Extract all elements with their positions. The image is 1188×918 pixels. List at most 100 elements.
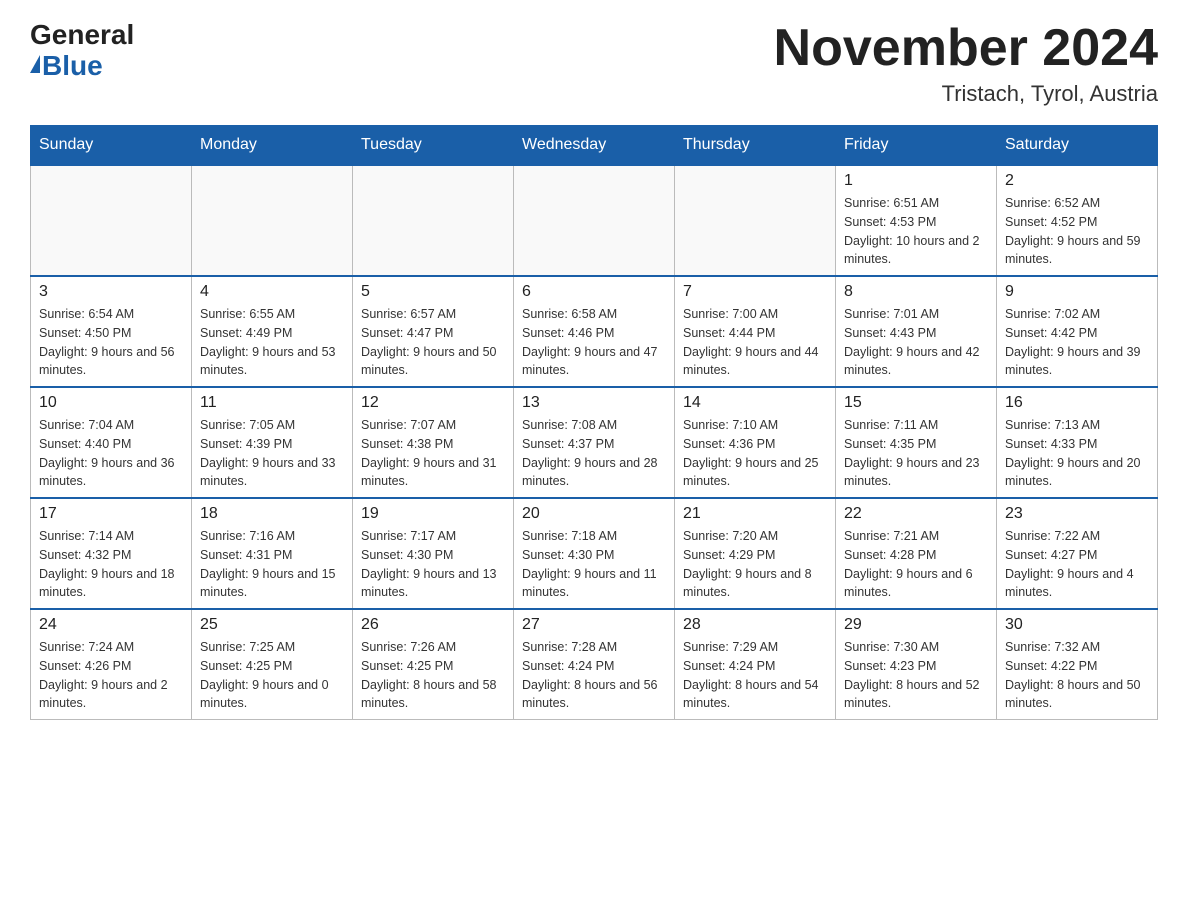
calendar-cell: 19 Sunrise: 7:17 AM Sunset: 4:30 PM Dayli… (353, 498, 514, 609)
day-info: Sunrise: 7:25 AM Sunset: 4:25 PM Dayligh… (200, 638, 344, 713)
day-number: 17 (39, 505, 183, 523)
page-header: General Blue November 2024 Tristach, Tyr… (30, 20, 1158, 107)
day-header-thursday: Thursday (675, 126, 836, 166)
calendar-cell (514, 165, 675, 276)
logo-triangle-icon (30, 55, 40, 73)
calendar-cell: 25 Sunrise: 7:25 AM Sunset: 4:25 PM Dayli… (192, 609, 353, 720)
day-number: 15 (844, 394, 988, 412)
calendar-cell: 7 Sunrise: 7:00 AM Sunset: 4:44 PM Daylig… (675, 276, 836, 387)
day-number: 1 (844, 172, 988, 190)
location-text: Tristach, Tyrol, Austria (774, 81, 1158, 107)
day-header-saturday: Saturday (997, 126, 1158, 166)
calendar-cell (31, 165, 192, 276)
day-info: Sunrise: 7:21 AM Sunset: 4:28 PM Dayligh… (844, 527, 988, 602)
week-row-5: 24Sunrise: 7:24 AM Sunset: 4:26 PM Dayli… (31, 609, 1158, 720)
day-header-monday: Monday (192, 126, 353, 166)
calendar-cell: 4 Sunrise: 6:55 AM Sunset: 4:49 PM Daylig… (192, 276, 353, 387)
day-number: 8 (844, 283, 988, 301)
day-info: Sunrise: 7:29 AM Sunset: 4:24 PM Dayligh… (683, 638, 827, 713)
day-info: Sunrise: 7:08 AM Sunset: 4:37 PM Dayligh… (522, 416, 666, 491)
day-number: 30 (1005, 616, 1149, 634)
day-info: Sunrise: 7:00 AM Sunset: 4:44 PM Dayligh… (683, 305, 827, 380)
day-number: 22 (844, 505, 988, 523)
title-block: November 2024 Tristach, Tyrol, Austria (774, 20, 1158, 107)
day-header-sunday: Sunday (31, 126, 192, 166)
day-header-friday: Friday (836, 126, 997, 166)
day-number: 13 (522, 394, 666, 412)
calendar-cell: 18 Sunrise: 7:16 AM Sunset: 4:31 PM Dayli… (192, 498, 353, 609)
day-number: 29 (844, 616, 988, 634)
calendar-cell: 24Sunrise: 7:24 AM Sunset: 4:26 PM Dayli… (31, 609, 192, 720)
day-number: 14 (683, 394, 827, 412)
day-number: 18 (200, 505, 344, 523)
day-info: Sunrise: 7:11 AM Sunset: 4:35 PM Dayligh… (844, 416, 988, 491)
day-number: 7 (683, 283, 827, 301)
calendar-table: SundayMondayTuesdayWednesdayThursdayFrid… (30, 125, 1158, 720)
day-number: 3 (39, 283, 183, 301)
calendar-cell: 1Sunrise: 6:51 AM Sunset: 4:53 PM Daylig… (836, 165, 997, 276)
day-info: Sunrise: 6:55 AM Sunset: 4:49 PM Dayligh… (200, 305, 344, 380)
day-info: Sunrise: 7:17 AM Sunset: 4:30 PM Dayligh… (361, 527, 505, 602)
day-number: 19 (361, 505, 505, 523)
calendar-cell: 9 Sunrise: 7:02 AM Sunset: 4:42 PM Daylig… (997, 276, 1158, 387)
day-number: 12 (361, 394, 505, 412)
calendar-cell: 10 Sunrise: 7:04 AM Sunset: 4:40 PM Dayli… (31, 387, 192, 498)
day-info: Sunrise: 6:52 AM Sunset: 4:52 PM Dayligh… (1005, 194, 1149, 269)
week-row-4: 17 Sunrise: 7:14 AM Sunset: 4:32 PM Dayli… (31, 498, 1158, 609)
calendar-cell (675, 165, 836, 276)
day-info: Sunrise: 7:01 AM Sunset: 4:43 PM Dayligh… (844, 305, 988, 380)
calendar-cell: 13 Sunrise: 7:08 AM Sunset: 4:37 PM Dayli… (514, 387, 675, 498)
calendar-cell: 26Sunrise: 7:26 AM Sunset: 4:25 PM Dayli… (353, 609, 514, 720)
day-info: Sunrise: 7:14 AM Sunset: 4:32 PM Dayligh… (39, 527, 183, 602)
day-info: Sunrise: 7:30 AM Sunset: 4:23 PM Dayligh… (844, 638, 988, 713)
calendar-cell: 6 Sunrise: 6:58 AM Sunset: 4:46 PM Daylig… (514, 276, 675, 387)
calendar-cell: 16Sunrise: 7:13 AM Sunset: 4:33 PM Dayli… (997, 387, 1158, 498)
day-info: Sunrise: 7:24 AM Sunset: 4:26 PM Dayligh… (39, 638, 183, 713)
day-header-tuesday: Tuesday (353, 126, 514, 166)
day-number: 20 (522, 505, 666, 523)
day-number: 6 (522, 283, 666, 301)
calendar-cell: 14 Sunrise: 7:10 AM Sunset: 4:36 PM Dayli… (675, 387, 836, 498)
calendar-cell: 3 Sunrise: 6:54 AM Sunset: 4:50 PM Daylig… (31, 276, 192, 387)
calendar-cell: 28 Sunrise: 7:29 AM Sunset: 4:24 PM Dayli… (675, 609, 836, 720)
day-number: 9 (1005, 283, 1149, 301)
day-number: 26 (361, 616, 505, 634)
calendar-cell: 2Sunrise: 6:52 AM Sunset: 4:52 PM Daylig… (997, 165, 1158, 276)
day-info: Sunrise: 7:16 AM Sunset: 4:31 PM Dayligh… (200, 527, 344, 602)
day-number: 10 (39, 394, 183, 412)
day-number: 28 (683, 616, 827, 634)
calendar-cell: 11Sunrise: 7:05 AM Sunset: 4:39 PM Dayli… (192, 387, 353, 498)
logo-general-text: General (30, 20, 134, 51)
calendar-cell: 30 Sunrise: 7:32 AM Sunset: 4:22 PM Dayli… (997, 609, 1158, 720)
day-number: 25 (200, 616, 344, 634)
day-info: Sunrise: 7:04 AM Sunset: 4:40 PM Dayligh… (39, 416, 183, 491)
month-title: November 2024 (774, 20, 1158, 77)
calendar-cell: 20Sunrise: 7:18 AM Sunset: 4:30 PM Dayli… (514, 498, 675, 609)
calendar-cell: 12 Sunrise: 7:07 AM Sunset: 4:38 PM Dayli… (353, 387, 514, 498)
calendar-cell (353, 165, 514, 276)
logo-blue-text: Blue (30, 51, 103, 82)
day-info: Sunrise: 6:54 AM Sunset: 4:50 PM Dayligh… (39, 305, 183, 380)
calendar-cell: 21Sunrise: 7:20 AM Sunset: 4:29 PM Dayli… (675, 498, 836, 609)
day-number: 21 (683, 505, 827, 523)
calendar-cell: 22 Sunrise: 7:21 AM Sunset: 4:28 PM Dayli… (836, 498, 997, 609)
day-number: 4 (200, 283, 344, 301)
calendar-cell: 23 Sunrise: 7:22 AM Sunset: 4:27 PM Dayli… (997, 498, 1158, 609)
day-info: Sunrise: 7:07 AM Sunset: 4:38 PM Dayligh… (361, 416, 505, 491)
day-number: 23 (1005, 505, 1149, 523)
day-info: Sunrise: 7:22 AM Sunset: 4:27 PM Dayligh… (1005, 527, 1149, 602)
calendar-cell: 8 Sunrise: 7:01 AM Sunset: 4:43 PM Daylig… (836, 276, 997, 387)
day-header-wednesday: Wednesday (514, 126, 675, 166)
day-info: Sunrise: 6:58 AM Sunset: 4:46 PM Dayligh… (522, 305, 666, 380)
day-info: Sunrise: 7:28 AM Sunset: 4:24 PM Dayligh… (522, 638, 666, 713)
calendar-header-row: SundayMondayTuesdayWednesdayThursdayFrid… (31, 126, 1158, 166)
day-number: 5 (361, 283, 505, 301)
day-info: Sunrise: 7:10 AM Sunset: 4:36 PM Dayligh… (683, 416, 827, 491)
calendar-cell: 29 Sunrise: 7:30 AM Sunset: 4:23 PM Dayli… (836, 609, 997, 720)
week-row-3: 10 Sunrise: 7:04 AM Sunset: 4:40 PM Dayli… (31, 387, 1158, 498)
week-row-1: 1Sunrise: 6:51 AM Sunset: 4:53 PM Daylig… (31, 165, 1158, 276)
day-info: Sunrise: 7:02 AM Sunset: 4:42 PM Dayligh… (1005, 305, 1149, 380)
day-info: Sunrise: 7:32 AM Sunset: 4:22 PM Dayligh… (1005, 638, 1149, 713)
day-number: 11 (200, 394, 344, 412)
week-row-2: 3 Sunrise: 6:54 AM Sunset: 4:50 PM Daylig… (31, 276, 1158, 387)
